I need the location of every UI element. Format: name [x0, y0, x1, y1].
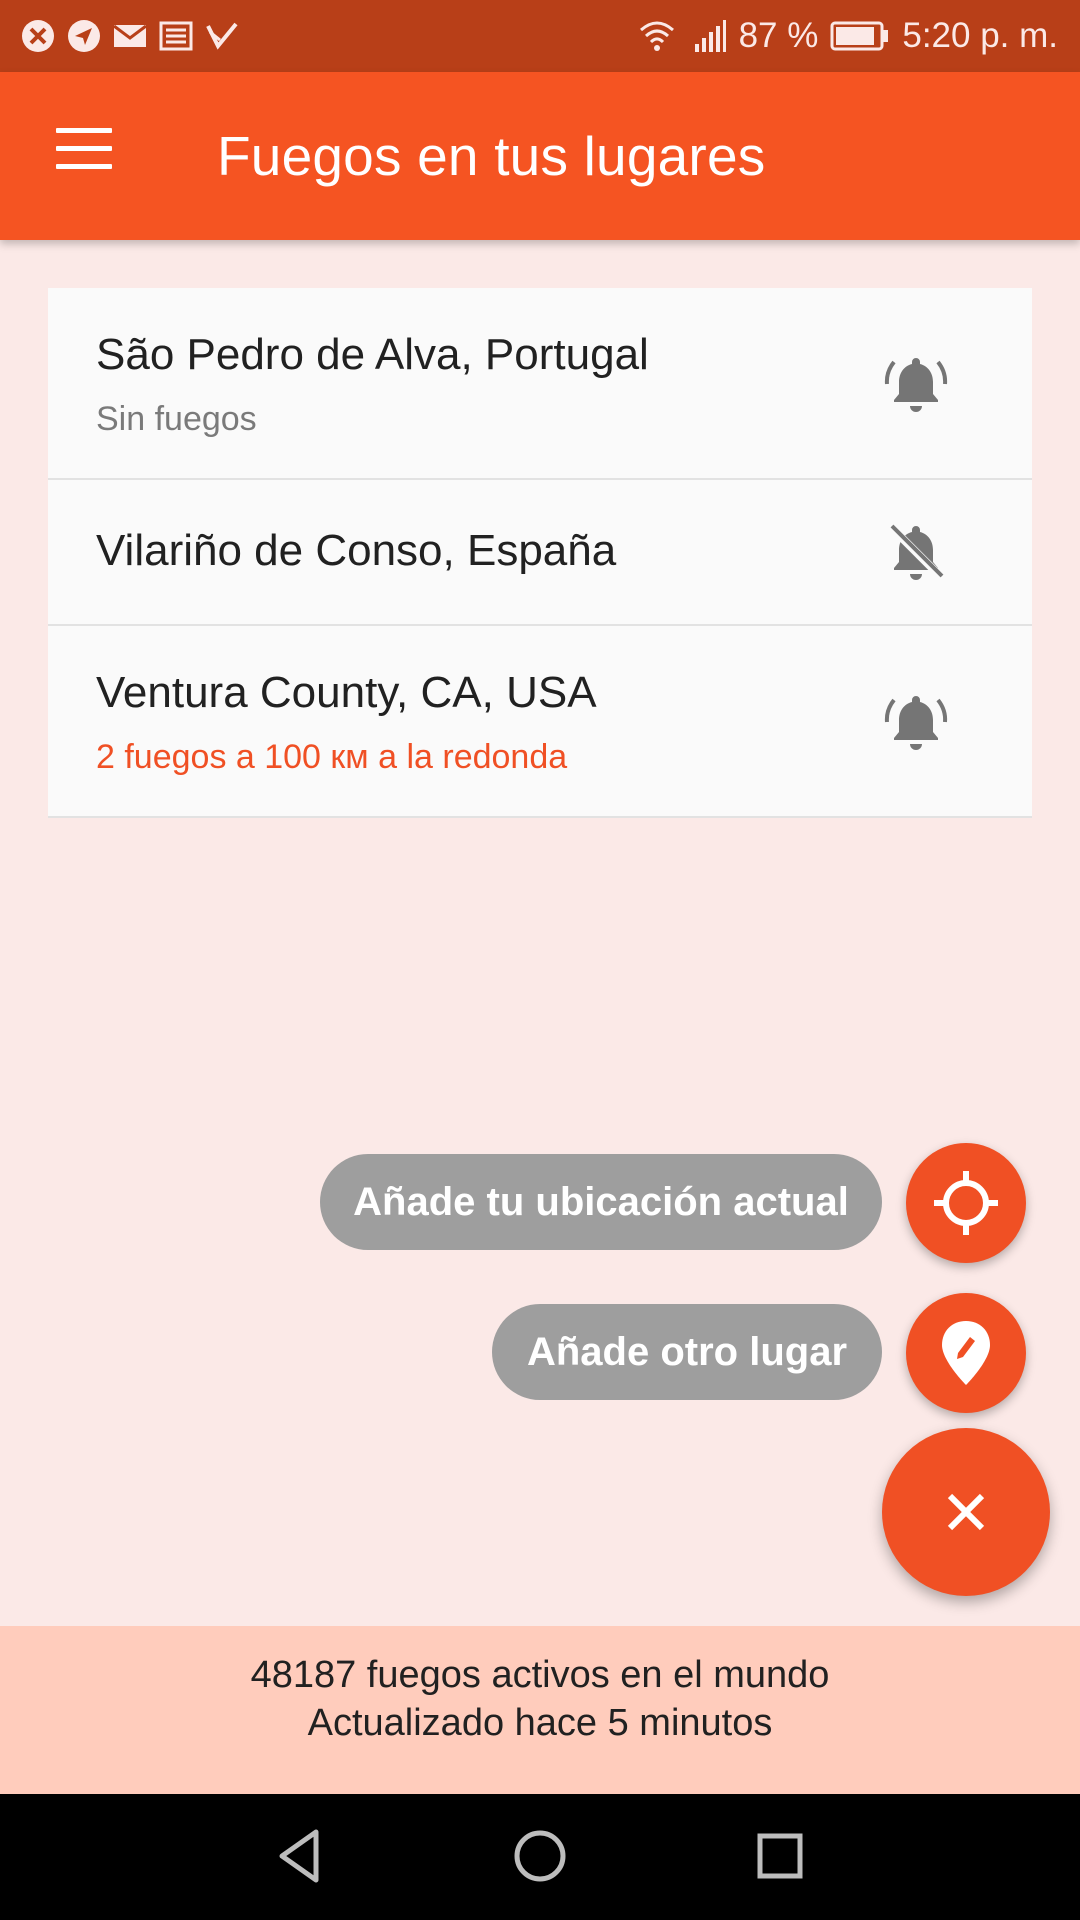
add-other-place-button[interactable]: [906, 1293, 1026, 1413]
signal-icon: [694, 20, 726, 52]
places-list: São Pedro de Alva, Portugal Sin fuegos V…: [48, 288, 1032, 818]
back-icon[interactable]: [268, 1824, 332, 1888]
place-name: São Pedro de Alva, Portugal: [96, 330, 649, 379]
close-icon: [947, 1493, 985, 1531]
system-nav-bar: [0, 1794, 1080, 1920]
page-title: Fuegos en tus lugares: [217, 125, 766, 187]
bell-ringing-icon[interactable]: [880, 686, 952, 758]
hamburger-menu-icon[interactable]: [48, 128, 112, 184]
list-item[interactable]: São Pedro de Alva, Portugal Sin fuegos: [48, 288, 1032, 480]
place-status: 2 fuegos a 100 км a la redonda: [96, 738, 568, 776]
add-other-place-label[interactable]: Añade otro lugar: [492, 1304, 882, 1400]
last-updated: Actualizado hace 5 minutos: [307, 1702, 773, 1744]
place-status: Sin fuegos: [96, 400, 257, 438]
map-pin-edit-icon: [942, 1321, 990, 1385]
close-speed-dial-button[interactable]: [882, 1428, 1050, 1596]
recents-icon[interactable]: [748, 1824, 812, 1888]
battery-icon: [830, 21, 889, 51]
bell-off-icon[interactable]: [880, 516, 952, 588]
list-item[interactable]: Ventura County, CA, USA 2 fuegos a 100 к…: [48, 626, 1032, 818]
mail-icon: [113, 24, 147, 47]
add-current-location-button[interactable]: [906, 1143, 1026, 1263]
news-icon: [159, 21, 193, 51]
navigation-icon: [68, 20, 100, 52]
active-fires-count: 48187 fuegos activos en el mundo: [250, 1654, 830, 1696]
list-item[interactable]: Vilariño de Conso, España: [48, 480, 1032, 626]
place-name: Ventura County, CA, USA: [96, 668, 597, 717]
clock: 5:20 p. m.: [902, 16, 1058, 55]
home-icon[interactable]: [508, 1824, 572, 1888]
place-name: Vilariño de Conso, España: [96, 526, 617, 575]
check-icon: [206, 22, 238, 50]
app-bar: Fuegos en tus lugares: [0, 72, 1080, 240]
wifi-icon: [639, 21, 674, 51]
close-circle-icon: [22, 20, 54, 52]
fires-summary-footer: 48187 fuegos activos en el mundo Actuali…: [0, 1626, 1080, 1794]
notification-icons: [20, 18, 240, 54]
battery-percentage: 87 %: [738, 16, 819, 55]
bell-ringing-icon[interactable]: [880, 348, 952, 420]
system-status: 87 % 5:20 p. m.: [635, 0, 1058, 72]
status-bar: 87 % 5:20 p. m.: [0, 0, 1080, 72]
add-current-location-label[interactable]: Añade tu ubicación actual: [320, 1154, 882, 1250]
crosshair-icon: [934, 1171, 998, 1235]
